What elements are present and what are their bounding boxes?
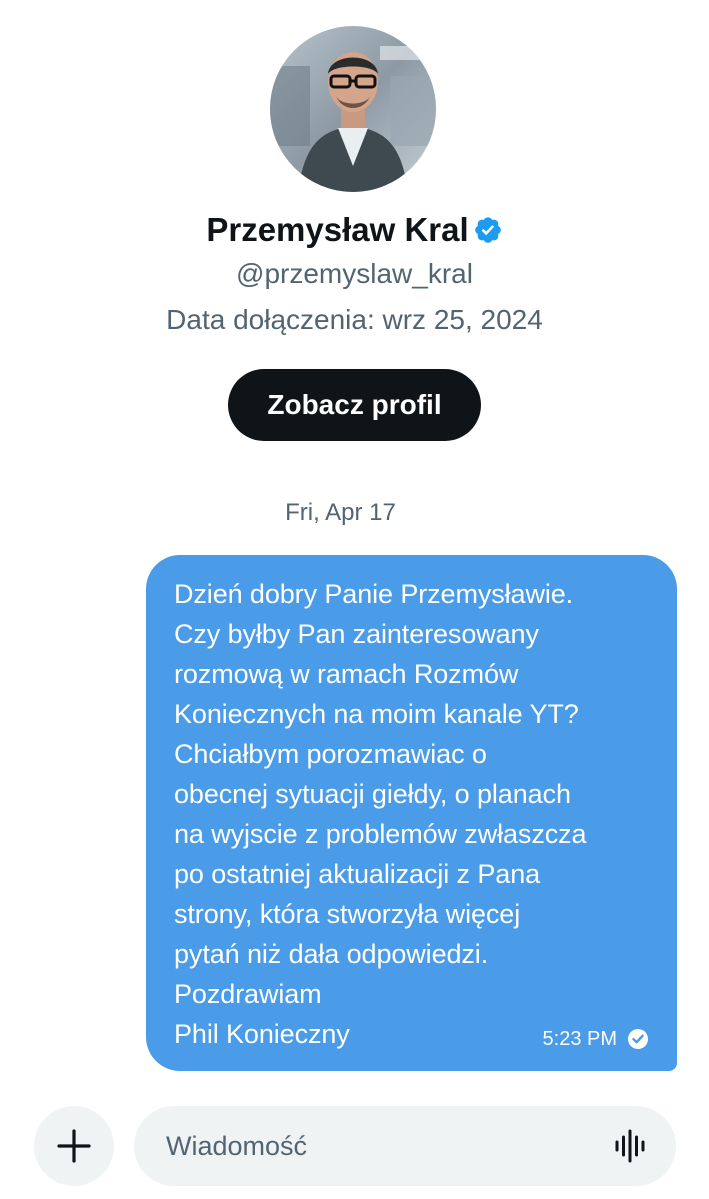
message-time: 5:23 PM bbox=[542, 1028, 617, 1050]
view-profile-button[interactable]: Zobacz profil bbox=[228, 369, 481, 441]
plus-icon bbox=[57, 1129, 91, 1163]
avatar[interactable] bbox=[270, 26, 436, 192]
message-meta: 5:23 PM bbox=[543, 1027, 649, 1051]
date-separator: Fri, Apr 17 bbox=[285, 499, 396, 526]
message-composer bbox=[0, 1106, 709, 1186]
verified-badge-icon bbox=[474, 217, 501, 243]
add-attachment-button[interactable] bbox=[34, 1106, 114, 1186]
message-input[interactable] bbox=[166, 1106, 586, 1186]
read-check-icon bbox=[628, 1029, 648, 1049]
profile-name: Przemysław Kral bbox=[206, 211, 469, 248]
avatar-photo bbox=[270, 26, 436, 192]
message-text: Dzień dobry Panie Przemysławie. Czy byłb… bbox=[174, 579, 587, 1049]
message-bubble-outgoing[interactable]: Dzień dobry Panie Przemysławie. Czy byłb… bbox=[146, 555, 677, 1071]
profile-handle: @przemyslaw_kral bbox=[236, 258, 473, 289]
dm-conversation-screen: Przemysław Kral @przemyslaw_kral Data do… bbox=[0, 0, 709, 1199]
profile-join-date: Data dołączenia: wrz 25, 2024 bbox=[166, 304, 543, 335]
message-input-container[interactable] bbox=[134, 1106, 676, 1186]
voice-waveform-icon bbox=[615, 1129, 645, 1163]
voice-message-button[interactable] bbox=[610, 1126, 650, 1166]
profile-name-row: Przemysław Kral bbox=[0, 208, 709, 252]
